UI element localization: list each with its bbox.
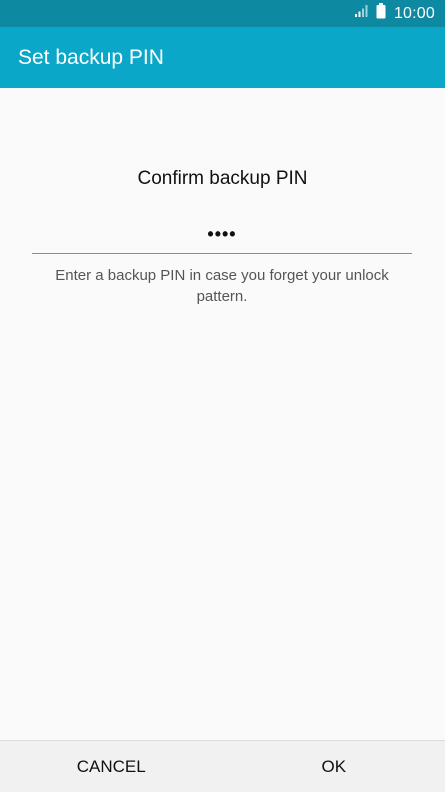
status-bar: 10:00 — [0, 0, 445, 27]
confirm-pin-prompt: Confirm backup PIN — [137, 168, 308, 189]
pin-input-value: •••• — [207, 224, 237, 244]
page-title: Set backup PIN — [18, 45, 164, 69]
signal-icon — [354, 4, 368, 23]
status-time: 10:00 — [393, 4, 435, 22]
cancel-button[interactable]: CANCEL — [0, 741, 223, 792]
pin-input[interactable]: •••• — [32, 216, 412, 254]
bottom-action-bar: CANCEL OK — [0, 740, 445, 792]
helper-text: Enter a backup PIN in case you forget yo… — [55, 267, 389, 305]
app-bar: Set backup PIN — [0, 27, 445, 88]
ok-button[interactable]: OK — [223, 741, 445, 792]
main-content: Confirm backup PIN •••• Enter a backup P… — [0, 88, 445, 740]
battery-icon — [376, 3, 386, 24]
